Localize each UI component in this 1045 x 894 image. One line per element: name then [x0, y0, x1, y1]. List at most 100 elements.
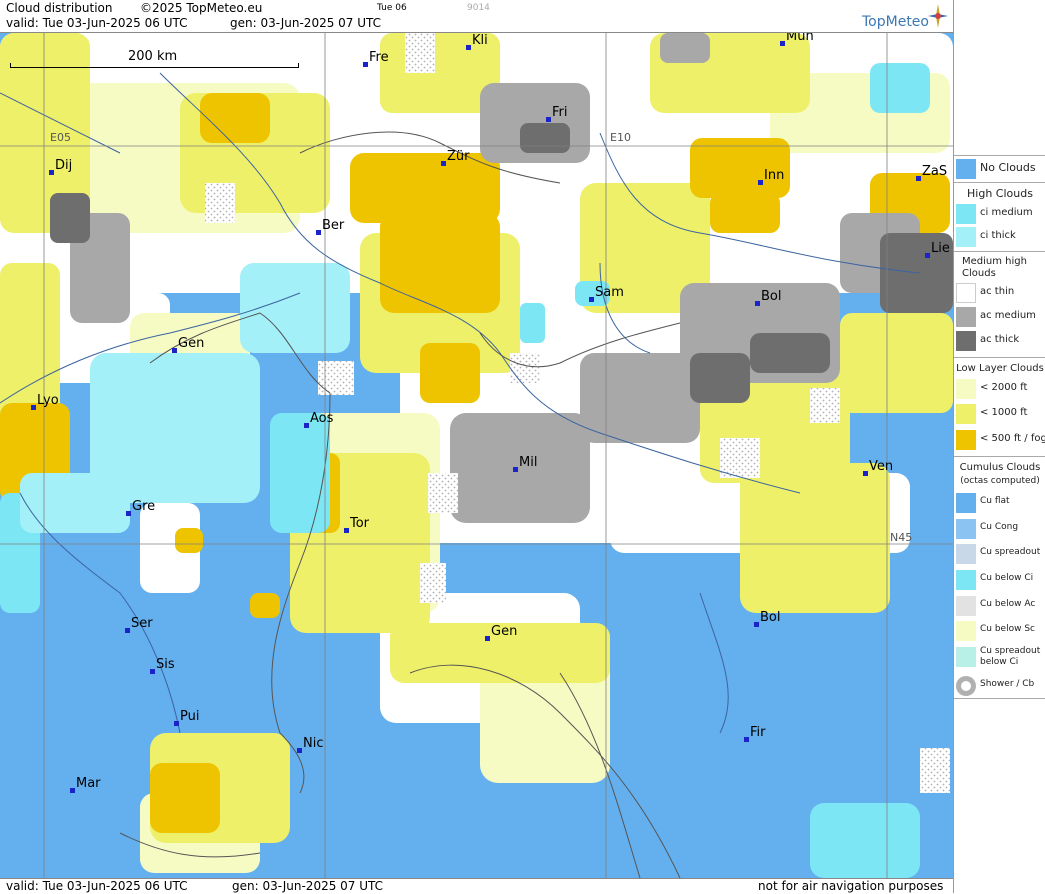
city-label[interactable]: Bol	[754, 610, 780, 627]
legend-cu-below-ac: Cu below Ac	[956, 594, 1045, 618]
map-header: Cloud distribution ©2025 TopMeteo.eu Tue…	[0, 0, 953, 33]
city-label[interactable]: Mün	[780, 33, 814, 46]
city-marker	[485, 636, 490, 641]
city-marker	[466, 45, 471, 50]
city-label[interactable]: Tor	[344, 516, 369, 533]
legend-low-title: Low Layer Clouds	[956, 363, 1044, 374]
copyright: ©2025 TopMeteo.eu	[140, 1, 263, 15]
city-marker	[758, 180, 763, 185]
city-marker	[31, 405, 36, 410]
cloud-layer	[0, 33, 953, 878]
map-footer: valid: Tue 03-Jun-2025 06 UTC gen: 03-Ju…	[0, 878, 953, 894]
swatch-ci-thick	[956, 227, 976, 247]
legend-medium-title: Medium high Clouds	[962, 256, 1027, 279]
legend-low-1000: < 1000 ft	[956, 402, 1045, 426]
city-marker	[513, 467, 518, 472]
city-marker	[150, 669, 155, 674]
city-marker	[363, 62, 368, 67]
city-label[interactable]: Ser	[125, 616, 153, 633]
grid-label-n45: N45	[890, 531, 913, 544]
legend-cu-cong: Cu Cong	[956, 517, 1045, 541]
swatch-ac-thick	[956, 331, 976, 351]
swatch-low-500	[956, 430, 976, 450]
valid-time: valid: Tue 03-Jun-2025 06 UTC	[6, 16, 188, 30]
city-marker	[589, 297, 594, 302]
day-label: Tue 06	[377, 3, 407, 13]
swatch-low-1000	[956, 404, 976, 424]
topmeteo-logo-text: TopMeteo	[862, 14, 929, 30]
swatch-ac-medium	[956, 307, 976, 327]
city-label[interactable]: Fre	[363, 50, 389, 67]
topmeteo-logo-icon	[928, 4, 948, 28]
city-marker	[754, 622, 759, 627]
scale-label: 200 km	[128, 49, 178, 64]
city-marker	[172, 348, 177, 353]
city-label[interactable]: Kli	[466, 33, 488, 50]
city-label[interactable]: Ven	[863, 459, 893, 476]
city-marker	[546, 117, 551, 122]
city-label[interactable]: Fir	[744, 725, 766, 742]
cloud-map[interactable]: 200 km E05 E10 N45 Kli Mün Fre Fri Dij Z…	[0, 33, 953, 878]
legend-no-clouds: No Clouds	[956, 157, 1045, 181]
city-label[interactable]: Lie	[925, 241, 950, 258]
swatch-shower	[956, 676, 976, 696]
city-label[interactable]: Inn	[758, 168, 784, 185]
swatch-ci-medium	[956, 204, 976, 224]
city-label[interactable]: Mil	[513, 455, 537, 472]
city-label[interactable]: Zür	[441, 149, 470, 166]
swatch-cu-flat	[956, 493, 976, 513]
city-label[interactable]: Dij	[49, 158, 72, 175]
city-marker	[441, 161, 446, 166]
swatch-cu-below-sc	[956, 621, 976, 641]
legend-ci-medium: ci medium	[956, 202, 1045, 226]
legend-low-500: < 500 ft / fog	[956, 428, 1045, 452]
map-title: Cloud distribution	[6, 1, 113, 15]
city-marker	[126, 511, 131, 516]
swatch-cu-below-ci	[956, 570, 976, 590]
city-label[interactable]: Ber	[316, 218, 344, 235]
swatch-low-2000	[956, 379, 976, 399]
legend-cu-subtitle: (octas computed)	[960, 476, 1040, 486]
legend-cu-below-ci: Cu below Ci	[956, 568, 1045, 592]
city-label[interactable]: Gre	[126, 499, 155, 516]
legend-panel: No Clouds High Clouds ci medium ci thick…	[953, 0, 1045, 893]
city-label[interactable]: Sis	[150, 657, 175, 674]
city-marker	[174, 721, 179, 726]
footer-valid-time: valid: Tue 03-Jun-2025 06 UTC	[6, 879, 188, 893]
swatch-no-clouds	[956, 159, 976, 179]
city-label[interactable]: Gen	[172, 336, 204, 353]
legend-shower: Shower / Cb	[956, 674, 1045, 698]
city-marker	[863, 471, 868, 476]
city-label[interactable]: Fri	[546, 105, 568, 122]
city-marker	[780, 41, 785, 46]
swatch-cu-cong	[956, 519, 976, 539]
city-label[interactable]: Bol	[755, 289, 781, 306]
city-label[interactable]: ZaS	[916, 164, 947, 181]
city-marker	[744, 737, 749, 742]
city-label[interactable]: Aos	[304, 411, 333, 428]
legend-high-title: High Clouds	[967, 187, 1033, 200]
grid-label-e05: E05	[50, 131, 71, 144]
city-marker	[297, 748, 302, 753]
code-label: 9014	[467, 3, 490, 13]
city-label[interactable]: Lyo	[31, 393, 59, 410]
city-marker	[304, 423, 309, 428]
legend-ac-thick: ac thick	[956, 329, 1045, 353]
city-label[interactable]: Mar	[70, 776, 101, 793]
legend-ac-thin: ac thin	[956, 281, 1045, 305]
city-marker	[70, 788, 75, 793]
swatch-cu-spreadout	[956, 544, 976, 564]
city-marker	[755, 301, 760, 306]
swatch-ac-thin	[956, 283, 976, 303]
city-label[interactable]: Gen	[485, 624, 517, 641]
swatch-cu-spreadout-below-ci	[956, 647, 976, 667]
city-marker	[916, 176, 921, 181]
city-label[interactable]: Pui	[174, 709, 199, 726]
city-marker	[125, 628, 130, 633]
generated-time: gen: 03-Jun-2025 07 UTC	[230, 16, 382, 30]
scale-bar: 200 km	[10, 49, 299, 69]
swatch-cu-below-ac	[956, 596, 976, 616]
city-label[interactable]: Nic	[297, 736, 323, 753]
city-label[interactable]: Sam	[589, 285, 624, 302]
legend-ci-thick: ci thick	[956, 225, 1045, 249]
